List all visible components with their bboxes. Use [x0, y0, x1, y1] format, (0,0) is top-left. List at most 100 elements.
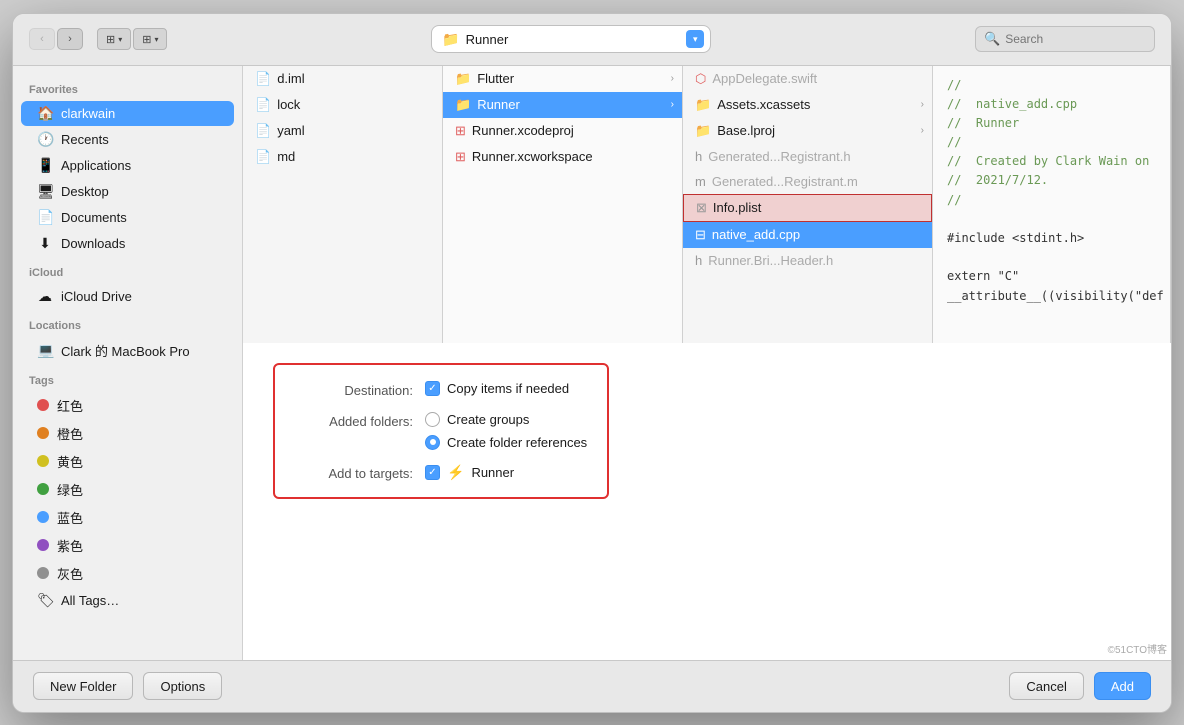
sidebar-item-tag-red[interactable]: 红色	[21, 392, 234, 419]
sidebar-label-tag-yellow: 黄色	[57, 452, 83, 471]
view-toggle: ⊞ ▾ ⊞ ▾	[97, 28, 167, 50]
main-content: Favorites 🏠 clarkwain 🕐 Recents 📱 Applic…	[13, 66, 1171, 660]
back-button[interactable]: ‹	[29, 28, 55, 50]
destination-controls: ✓ Copy items if needed	[425, 381, 569, 396]
file-icon: ⊞	[455, 123, 466, 139]
code-line	[947, 210, 1156, 229]
file-icon: ⊞	[455, 149, 466, 165]
laptop-icon: 💻	[37, 342, 53, 359]
view-grid-button[interactable]: ⊞ ▾	[133, 28, 167, 50]
code-line	[947, 248, 1156, 267]
list-item[interactable]: ⊞ Runner.xcworkspace	[443, 144, 682, 170]
file-column-3: ⬡ AppDelegate.swift 📁 Assets.xcassets › …	[683, 66, 933, 343]
list-item[interactable]: ⬡ AppDelegate.swift	[683, 66, 932, 92]
path-dropdown-button[interactable]: ▾	[686, 30, 704, 48]
tag-dot-gray	[37, 567, 49, 579]
runner-checkbox[interactable]: ✓	[425, 465, 440, 480]
folder-icon: 📁	[455, 97, 471, 113]
sidebar-label-tag-blue: 蓝色	[57, 508, 83, 527]
add-button[interactable]: Add	[1094, 672, 1151, 700]
sidebar-label-tag-red: 红色	[57, 396, 83, 415]
code-preview: // // native_add.cpp // Runner // // Cre…	[933, 66, 1171, 343]
sidebar-item-tag-blue[interactable]: 蓝色	[21, 504, 234, 531]
cancel-button[interactable]: Cancel	[1009, 672, 1083, 700]
create-groups-row: Create groups	[425, 412, 587, 427]
code-line: // Created by Clark Wain on	[947, 152, 1156, 171]
list-item-info-plist[interactable]: ⊠ Info.plist	[683, 194, 932, 222]
list-item[interactable]: 📄 d.iml	[243, 66, 442, 92]
sidebar-item-tag-yellow[interactable]: 黄色	[21, 448, 234, 475]
plist-icon: ⊠	[696, 200, 707, 216]
bottom-left-buttons: New Folder Options	[33, 672, 222, 700]
options-box: Destination: ✓ Copy items if needed Adde…	[273, 363, 609, 499]
code-line: // native_add.cpp	[947, 95, 1156, 114]
header-icon: h	[695, 253, 702, 268]
path-label: Runner	[466, 32, 509, 47]
sidebar-item-tag-orange[interactable]: 橙色	[21, 420, 234, 447]
destination-row: Destination: ✓ Copy items if needed	[295, 381, 587, 398]
sidebar-item-tag-gray[interactable]: 灰色	[21, 560, 234, 587]
tag-dot-green	[37, 483, 49, 495]
file-icon: 📄	[255, 149, 271, 165]
list-item[interactable]: 📄 yaml	[243, 118, 442, 144]
sidebar-label-tag-gray: 灰色	[57, 564, 83, 583]
code-line: //	[947, 76, 1156, 95]
sidebar-item-recents[interactable]: 🕐 Recents	[21, 127, 234, 152]
create-groups-radio[interactable]	[425, 412, 440, 427]
code-line: extern "C"	[947, 267, 1156, 286]
bottom-right-buttons: Cancel Add	[1009, 672, 1151, 700]
path-input-container[interactable]: 📁 Runner ▾	[431, 25, 711, 53]
overlay-panel: Destination: ✓ Copy items if needed Adde…	[243, 343, 1171, 660]
sidebar-item-all-tags[interactable]: 🏷 All Tags…	[21, 588, 234, 613]
sidebar-label-tag-orange: 橙色	[57, 424, 83, 443]
list-item[interactable]: 📄 md	[243, 144, 442, 170]
add-to-targets-label: Add to targets:	[295, 464, 425, 481]
list-item[interactable]: 📁 Base.lproj ›	[683, 118, 932, 144]
list-item[interactable]: h Runner.Bri...Header.h	[683, 248, 932, 273]
sidebar-item-icloud-drive[interactable]: ☁ iCloud Drive	[21, 284, 234, 309]
swift-icon: ⬡	[695, 71, 706, 87]
new-folder-button[interactable]: New Folder	[33, 672, 133, 700]
list-item[interactable]: 📁 Runner ›	[443, 92, 682, 118]
folder-icon: 📁	[455, 71, 471, 87]
sidebar-item-applications[interactable]: 📱 Applications	[21, 153, 234, 178]
sidebar-item-tag-purple[interactable]: 紫色	[21, 532, 234, 559]
list-item[interactable]: m Generated...Registrant.m	[683, 169, 932, 194]
chevron-down-icon: ▾	[118, 35, 122, 44]
search-input[interactable]	[1005, 32, 1145, 46]
code-line: #include <stdint.h>	[947, 229, 1156, 248]
tag-dot-orange	[37, 427, 49, 439]
list-item[interactable]: h Generated...Registrant.h	[683, 144, 932, 169]
sidebar-item-documents[interactable]: 📄 Documents	[21, 205, 234, 230]
sidebar-item-clarkwain[interactable]: 🏠 clarkwain	[21, 101, 234, 126]
added-folders-label: Added folders:	[295, 412, 425, 429]
columns-icon: ⊞	[106, 33, 115, 46]
options-button[interactable]: Options	[143, 672, 222, 700]
copy-items-checkbox[interactable]: ✓	[425, 381, 440, 396]
recents-icon: 🕐	[37, 131, 53, 148]
bottom-bar: New Folder Options Cancel Add	[13, 660, 1171, 712]
list-item[interactable]: ⊞ Runner.xcodeproj	[443, 118, 682, 144]
header-icon: h	[695, 149, 702, 164]
list-item-native-add-cpp[interactable]: ⊟ native_add.cpp	[683, 222, 932, 248]
sidebar-label-clarkwain: clarkwain	[61, 106, 115, 121]
sidebar-item-tag-green[interactable]: 绿色	[21, 476, 234, 503]
file-icon: 📄	[255, 97, 271, 113]
sidebar-item-desktop[interactable]: 🖥 Desktop	[21, 179, 234, 204]
sidebar-label-desktop: Desktop	[61, 184, 109, 199]
list-item[interactable]: 📁 Flutter ›	[443, 66, 682, 92]
added-folders-row: Added folders: Create groups Create fold…	[295, 412, 587, 450]
create-folder-refs-radio[interactable]	[425, 435, 440, 450]
view-columns-button[interactable]: ⊞ ▾	[97, 28, 131, 50]
code-line: //	[947, 191, 1156, 210]
runner-target-row: ✓ ⚡ Runner	[425, 464, 514, 481]
sidebar-item-macbook[interactable]: 💻 Clark 的 MacBook Pro	[21, 337, 234, 364]
favorites-section-title: Favorites	[13, 74, 242, 100]
sidebar-label-all-tags: All Tags…	[61, 593, 119, 608]
list-item[interactable]: 📄 lock	[243, 92, 442, 118]
added-folders-controls: Create groups Create folder references	[425, 412, 587, 450]
list-item[interactable]: 📁 Assets.xcassets ›	[683, 92, 932, 118]
forward-button[interactable]: ›	[57, 28, 83, 50]
sidebar-item-downloads[interactable]: ⬇ Downloads	[21, 231, 234, 256]
icloud-section-title: iCloud	[13, 257, 242, 283]
